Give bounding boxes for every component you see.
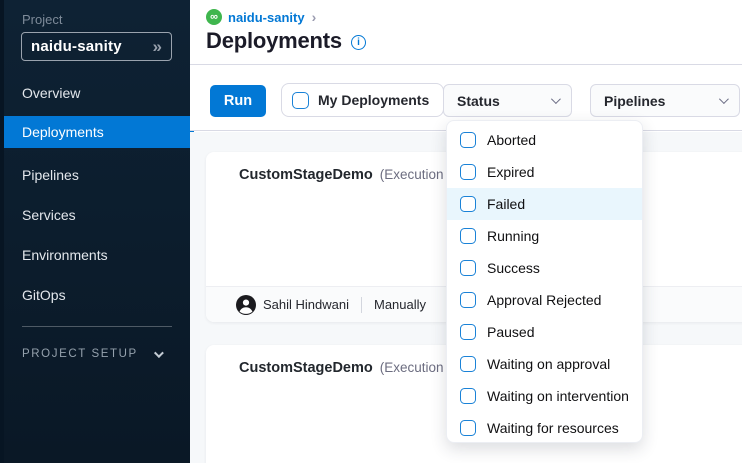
menu-item-label: Running [487, 228, 539, 244]
sidebar-item-overview[interactable]: Overview [4, 77, 194, 109]
menu-item-label: Waiting on approval [487, 356, 610, 372]
menu-item-label: Failed [487, 196, 525, 212]
app-window: Project naidu-sanity » Overview Deployme… [0, 0, 742, 463]
my-deployments-checkbox[interactable] [292, 92, 309, 109]
deployment-title-row: CustomStageDemo (Execution Id [239, 360, 459, 376]
sidebar-item-environments[interactable]: Environments [4, 239, 194, 271]
menu-item-aborted[interactable]: Aborted [447, 124, 642, 156]
status-filter-label: Status [457, 93, 500, 109]
deployment-title-row: CustomStageDemo (Execution Id [239, 167, 459, 183]
project-setup-toggle[interactable]: PROJECT SETUP [22, 348, 161, 360]
project-name: naidu-sanity [31, 38, 153, 55]
menu-item-label: Expired [487, 164, 534, 180]
chevron-down-icon [154, 348, 164, 358]
page-header: ∞ naidu-sanity › Deployments i [190, 0, 742, 65]
cd-module-icon: ∞ [206, 9, 222, 25]
project-selector[interactable]: naidu-sanity » [21, 32, 172, 61]
breadcrumb-chevron-icon: › [312, 9, 317, 25]
page-title: Deployments [206, 28, 342, 54]
main-area: ∞ naidu-sanity › Deployments i Run My De… [190, 0, 742, 463]
menu-item-waiting-on-approval[interactable]: Waiting on approval [447, 348, 642, 380]
status-filter-dropdown[interactable]: Status [443, 84, 572, 117]
info-icon[interactable]: i [351, 35, 366, 50]
footer-divider [361, 297, 362, 313]
chevron-down-icon [551, 94, 561, 104]
menu-item-expired[interactable]: Expired [447, 156, 642, 188]
pipeline-name: CustomStageDemo [239, 167, 373, 183]
my-deployments-label: My Deployments [318, 92, 429, 108]
sidebar-item-deployments[interactable]: Deployments [4, 116, 194, 148]
sidebar-item-pipelines[interactable]: Pipelines [4, 159, 194, 191]
menu-item-label: Paused [487, 324, 534, 340]
sidebar-item-label: Environments [22, 247, 108, 263]
user-avatar-icon [236, 295, 256, 315]
checkbox[interactable] [460, 164, 476, 180]
breadcrumb: ∞ naidu-sanity › [206, 9, 316, 25]
sidebar-item-label: GitOps [22, 287, 66, 303]
menu-item-waiting-on-intervention[interactable]: Waiting on intervention [447, 380, 642, 412]
sidebar-item-label: Services [22, 207, 76, 223]
menu-item-running[interactable]: Running [447, 220, 642, 252]
breadcrumb-project-link[interactable]: naidu-sanity [228, 10, 305, 25]
sidebar: Project naidu-sanity » Overview Deployme… [0, 0, 190, 463]
pipelines-filter-dropdown[interactable]: Pipelines [590, 84, 740, 117]
sidebar-item-label: Deployments [22, 124, 104, 140]
pipeline-name: CustomStageDemo [239, 360, 373, 376]
sidebar-item-label: Pipelines [22, 167, 79, 183]
checkbox[interactable] [460, 356, 476, 372]
menu-item-label: Aborted [487, 132, 536, 148]
menu-item-success[interactable]: Success [447, 252, 642, 284]
checkbox[interactable] [460, 132, 476, 148]
triggered-by-user: Sahil Hindwani [263, 297, 349, 312]
menu-item-waiting-for-resources[interactable]: Waiting for resources [447, 412, 642, 444]
checkbox[interactable] [460, 420, 476, 436]
sidebar-item-services[interactable]: Services [4, 199, 194, 231]
checkbox[interactable] [460, 292, 476, 308]
project-expand-icon[interactable]: » [153, 38, 162, 55]
menu-item-label: Approval Rejected [487, 292, 601, 308]
checkbox[interactable] [460, 228, 476, 244]
trigger-type: Manually [374, 297, 426, 312]
sidebar-divider [22, 326, 172, 327]
page-title-row: Deployments i [206, 28, 366, 54]
menu-item-paused[interactable]: Paused [447, 316, 642, 348]
checkbox[interactable] [460, 324, 476, 340]
sidebar-item-gitops[interactable]: GitOps [4, 279, 194, 311]
sidebar-item-label: Overview [22, 85, 80, 101]
pipelines-filter-label: Pipelines [604, 93, 665, 109]
checkbox[interactable] [460, 260, 476, 276]
menu-item-approval-rejected[interactable]: Approval Rejected [447, 284, 642, 316]
status-filter-menu: Aborted Expired Failed Running Success A… [446, 120, 643, 443]
checkbox[interactable] [460, 196, 476, 212]
menu-item-failed[interactable]: Failed [447, 188, 642, 220]
project-label: Project [22, 12, 62, 27]
menu-item-label: Waiting for resources [487, 420, 619, 436]
checkbox[interactable] [460, 388, 476, 404]
menu-item-label: Success [487, 260, 540, 276]
chevron-down-icon [719, 94, 729, 104]
my-deployments-toggle[interactable]: My Deployments [281, 83, 444, 117]
run-button[interactable]: Run [210, 85, 266, 117]
menu-item-label: Waiting on intervention [487, 388, 629, 404]
project-setup-label: PROJECT SETUP [22, 348, 138, 360]
